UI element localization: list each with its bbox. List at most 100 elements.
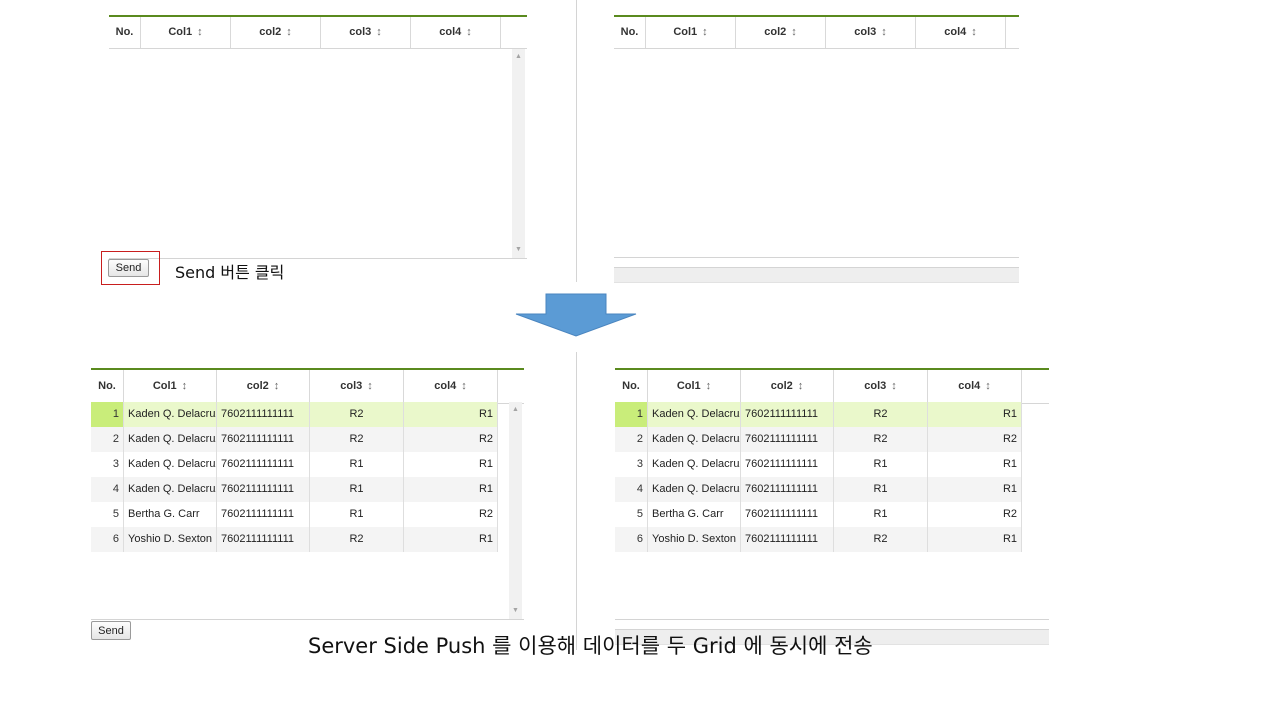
header-col1[interactable]: Col1 ↕ (648, 370, 741, 403)
cell-col3[interactable]: R1 (310, 452, 404, 477)
cell-col3[interactable]: R1 (834, 452, 928, 477)
header-no[interactable]: No. (109, 17, 141, 48)
table-row[interactable]: 6 Yoshio D. Sexton 7602111111111 R2 R1 (615, 527, 1022, 552)
vertical-scrollbar[interactable]: ▲ ▼ (512, 49, 525, 258)
header-col4[interactable]: col4 ↕ (404, 370, 498, 403)
cell-col4[interactable]: R1 (928, 402, 1022, 427)
table-row[interactable]: 1 Kaden Q. Delacruz 7602111111111 R2 R1 (91, 402, 498, 427)
header-col2[interactable]: col2 ↕ (231, 17, 321, 48)
cell-col2[interactable]: 7602111111111 (217, 452, 310, 477)
cell-col4[interactable]: R1 (404, 477, 498, 502)
header-col2[interactable]: col2 ↕ (217, 370, 310, 403)
header-no[interactable]: No. (615, 370, 648, 403)
cell-col2[interactable]: 7602111111111 (217, 427, 310, 452)
cell-col1[interactable]: Kaden Q. Delacruz (124, 427, 217, 452)
scroll-down-icon[interactable]: ▼ (512, 244, 525, 256)
table-row[interactable]: 5 Bertha G. Carr 7602111111111 R1 R2 (615, 502, 1022, 527)
cell-col4[interactable]: R1 (928, 477, 1022, 502)
cell-col3[interactable]: R2 (310, 427, 404, 452)
cell-col3[interactable]: R2 (834, 527, 928, 552)
cell-col4[interactable]: R1 (928, 452, 1022, 477)
sort-icon[interactable]: ↕ (798, 380, 804, 392)
send-button[interactable]: Send (91, 621, 131, 640)
sort-icon[interactable]: ↕ (985, 380, 991, 392)
table-row[interactable]: 1 Kaden Q. Delacruz 7602111111111 R2 R1 (615, 402, 1022, 427)
cell-col2[interactable]: 7602111111111 (217, 402, 310, 427)
sort-icon[interactable]: ↕ (791, 26, 797, 38)
cell-col1[interactable]: Kaden Q. Delacruz (124, 452, 217, 477)
scroll-down-icon[interactable]: ▼ (509, 605, 522, 617)
cell-col1[interactable]: Yoshio D. Sexton (124, 527, 217, 552)
cell-col3[interactable]: R1 (834, 502, 928, 527)
sort-icon[interactable]: ↕ (182, 380, 188, 392)
header-no[interactable]: No. (614, 17, 646, 48)
sort-icon[interactable]: ↕ (367, 380, 373, 392)
table-row[interactable]: 4 Kaden Q. Delacruz 7602111111111 R1 R1 (91, 477, 498, 502)
cell-col4[interactable]: R2 (404, 427, 498, 452)
scroll-up-icon[interactable]: ▲ (509, 404, 522, 416)
cell-col3[interactable]: R1 (834, 477, 928, 502)
cell-col4[interactable]: R2 (928, 502, 1022, 527)
cell-col3[interactable]: R1 (310, 502, 404, 527)
cell-col4[interactable]: R1 (404, 527, 498, 552)
header-col4[interactable]: col4 ↕ (928, 370, 1022, 403)
send-button[interactable]: Send (108, 259, 149, 277)
cell-col1[interactable]: Kaden Q. Delacruz (124, 402, 217, 427)
cell-col2[interactable]: 7602111111111 (741, 477, 834, 502)
header-col3[interactable]: col3 ↕ (826, 17, 916, 48)
header-col2[interactable]: col2 ↕ (741, 370, 834, 403)
cell-col3[interactable]: R2 (834, 427, 928, 452)
sort-icon[interactable]: ↕ (286, 26, 292, 38)
cell-col1[interactable]: Yoshio D. Sexton (648, 527, 741, 552)
cell-col1[interactable]: Kaden Q. Delacruz (648, 477, 741, 502)
header-col1[interactable]: Col1 ↕ (646, 17, 736, 48)
table-row[interactable]: 3 Kaden Q. Delacruz 7602111111111 R1 R1 (615, 452, 1022, 477)
cell-col4[interactable]: R2 (404, 502, 498, 527)
sort-icon[interactable]: ↕ (376, 26, 382, 38)
sort-icon[interactable]: ↕ (466, 26, 472, 38)
header-col4[interactable]: col4 ↕ (916, 17, 1006, 48)
header-col3[interactable]: col3 ↕ (310, 370, 404, 403)
sort-icon[interactable]: ↕ (706, 380, 712, 392)
table-row[interactable]: 3 Kaden Q. Delacruz 7602111111111 R1 R1 (91, 452, 498, 477)
cell-col4[interactable]: R1 (404, 402, 498, 427)
header-col3[interactable]: col3 ↕ (834, 370, 928, 403)
cell-col1[interactable]: Kaden Q. Delacruz (648, 402, 741, 427)
cell-col3[interactable]: R1 (310, 477, 404, 502)
header-no[interactable]: No. (91, 370, 124, 403)
cell-col1[interactable]: Kaden Q. Delacruz (648, 452, 741, 477)
cell-col2[interactable]: 7602111111111 (741, 502, 834, 527)
sort-icon[interactable]: ↕ (197, 26, 203, 38)
table-row[interactable]: 2 Kaden Q. Delacruz 7602111111111 R2 R2 (91, 427, 498, 452)
cell-col4[interactable]: R1 (928, 527, 1022, 552)
sort-icon[interactable]: ↕ (461, 380, 467, 392)
vertical-scrollbar[interactable]: ▲ ▼ (509, 402, 522, 619)
sort-icon[interactable]: ↕ (891, 380, 897, 392)
header-col1[interactable]: Col1 ↕ (141, 17, 231, 48)
cell-col4[interactable]: R2 (928, 427, 1022, 452)
cell-col1[interactable]: Bertha G. Carr (648, 502, 741, 527)
cell-col2[interactable]: 7602111111111 (217, 527, 310, 552)
sort-icon[interactable]: ↕ (881, 26, 887, 38)
cell-col2[interactable]: 7602111111111 (217, 502, 310, 527)
horizontal-scrollbar[interactable] (614, 267, 1019, 283)
sort-icon[interactable]: ↕ (274, 380, 280, 392)
table-row[interactable]: 6 Yoshio D. Sexton 7602111111111 R2 R1 (91, 527, 498, 552)
cell-col3[interactable]: R2 (310, 402, 404, 427)
cell-col2[interactable]: 7602111111111 (741, 402, 834, 427)
sort-icon[interactable]: ↕ (702, 26, 708, 38)
cell-col1[interactable]: Kaden Q. Delacruz (124, 477, 217, 502)
header-col1[interactable]: Col1 ↕ (124, 370, 217, 403)
cell-col1[interactable]: Kaden Q. Delacruz (648, 427, 741, 452)
table-row[interactable]: 4 Kaden Q. Delacruz 7602111111111 R1 R1 (615, 477, 1022, 502)
cell-col2[interactable]: 7602111111111 (741, 452, 834, 477)
header-col3[interactable]: col3 ↕ (321, 17, 411, 48)
cell-col3[interactable]: R2 (834, 402, 928, 427)
table-row[interactable]: 5 Bertha G. Carr 7602111111111 R1 R2 (91, 502, 498, 527)
header-col4[interactable]: col4 ↕ (411, 17, 501, 48)
cell-col2[interactable]: 7602111111111 (217, 477, 310, 502)
cell-col1[interactable]: Bertha G. Carr (124, 502, 217, 527)
table-row[interactable]: 2 Kaden Q. Delacruz 7602111111111 R2 R2 (615, 427, 1022, 452)
sort-icon[interactable]: ↕ (971, 26, 977, 38)
cell-col2[interactable]: 7602111111111 (741, 527, 834, 552)
